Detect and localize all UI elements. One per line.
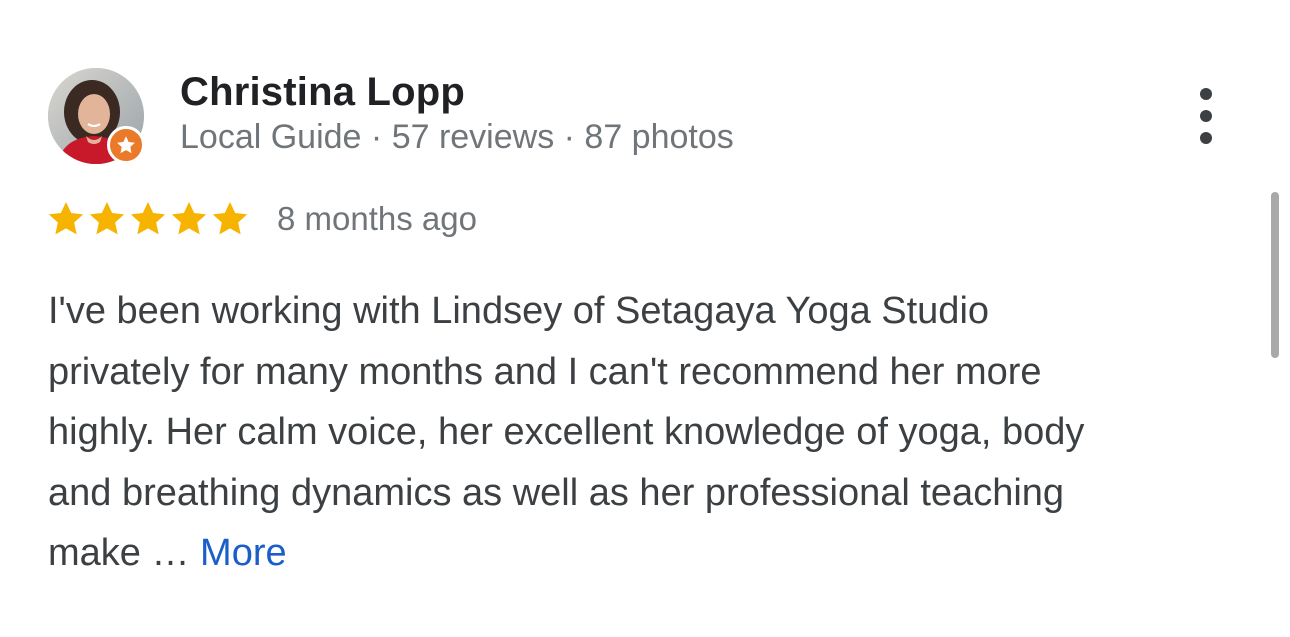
review-line: privately for many months and I can't re… bbox=[48, 350, 1042, 393]
reviewer-name[interactable]: Christina Lopp bbox=[180, 70, 465, 115]
local-guide-label: Local Guide bbox=[180, 118, 362, 156]
menu-dot bbox=[1200, 110, 1212, 122]
star-icon bbox=[89, 202, 125, 235]
review-date: 8 months ago bbox=[277, 200, 477, 237]
review-line: I've been working with Lindsey of Setaga… bbox=[48, 290, 990, 332]
reviewer-meta[interactable]: Local Guide · 57 reviews · 87 photos bbox=[180, 118, 734, 157]
more-link[interactable]: More bbox=[200, 532, 287, 574]
star-icon bbox=[48, 202, 84, 235]
menu-dot bbox=[1200, 132, 1212, 144]
review-line-text: make … bbox=[48, 532, 201, 574]
star-icon bbox=[117, 136, 135, 154]
review-line-last: make … More bbox=[48, 523, 1248, 584]
review-line: and breathing dynamics as well as her pr… bbox=[48, 471, 1065, 514]
star-icon bbox=[130, 202, 166, 235]
star-icon bbox=[212, 202, 248, 235]
menu-dot bbox=[1200, 88, 1212, 100]
star-rating bbox=[46, 199, 250, 239]
photos-count: 87 photos bbox=[584, 118, 734, 156]
local-guide-badge bbox=[107, 126, 145, 164]
scrollbar[interactable] bbox=[1271, 192, 1279, 358]
meta-separator: · bbox=[554, 118, 585, 156]
review-card: Christina Lopp Local Guide · 57 reviews … bbox=[0, 0, 1290, 637]
reviews-count: 57 reviews bbox=[391, 118, 555, 156]
star-icon bbox=[171, 202, 207, 235]
more-vertical-icon[interactable] bbox=[1186, 88, 1226, 144]
review-line: highly. Her calm voice, her excellent kn… bbox=[48, 411, 1085, 453]
meta-separator: · bbox=[361, 118, 392, 156]
review-text: I've been working with Lindsey of Setaga… bbox=[48, 281, 1248, 584]
reviewer-avatar[interactable] bbox=[48, 68, 145, 164]
